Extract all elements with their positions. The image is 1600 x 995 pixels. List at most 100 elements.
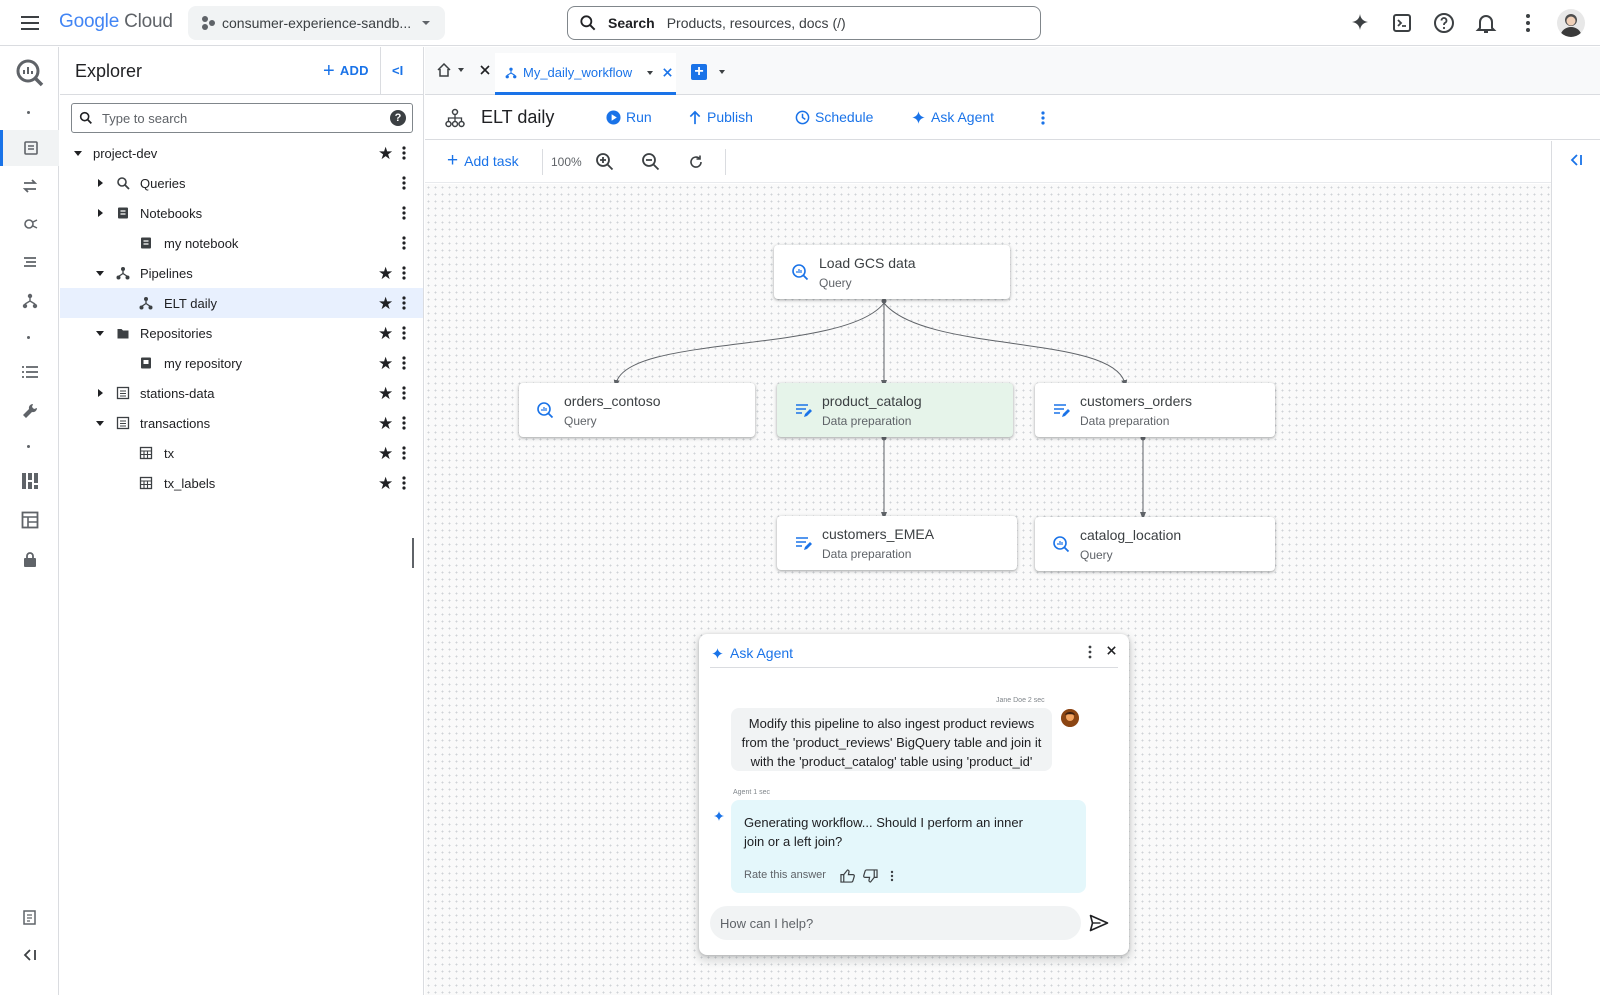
tab-my-daily-workflow[interactable]: My_daily_workflow: [495, 53, 676, 95]
caret-right-icon[interactable]: [95, 208, 105, 218]
project-selector[interactable]: consumer-experience-sandb...: [188, 6, 445, 40]
collapse-explorer-button[interactable]: <I: [392, 63, 403, 78]
star-icon[interactable]: ★: [378, 354, 393, 374]
rail-transfers-icon[interactable]: [0, 168, 59, 204]
tree-item[interactable]: Queries: [60, 168, 423, 198]
tree-item[interactable]: tx_labels ★: [60, 468, 423, 498]
help-icon[interactable]: [1432, 11, 1456, 35]
rail-security-lock-icon[interactable]: [0, 541, 59, 577]
caret-down-icon[interactable]: [95, 328, 105, 338]
more-vert-icon[interactable]: [401, 475, 407, 491]
rail-pipelines-icon[interactable]: [0, 283, 59, 319]
zoom-in-icon[interactable]: [595, 152, 615, 172]
run-button[interactable]: Run: [606, 109, 652, 125]
star-icon[interactable]: ★: [378, 384, 393, 404]
star-icon[interactable]: ★: [378, 444, 393, 464]
close-icon[interactable]: [479, 64, 491, 76]
caret-down-icon[interactable]: [95, 268, 105, 278]
agent-prompt-input[interactable]: How can I help?: [710, 906, 1081, 940]
star-icon[interactable]: ★: [378, 264, 393, 284]
more-vert-icon[interactable]: [1516, 11, 1540, 35]
tree-item[interactable]: my notebook: [60, 228, 423, 258]
rail-release-notes-icon[interactable]: [0, 899, 59, 935]
agent-message-meta: Agent 1 sec: [733, 789, 770, 796]
more-vert-icon[interactable]: [401, 355, 407, 371]
more-vert-icon[interactable]: [401, 235, 407, 251]
tree-item[interactable]: project-dev ★: [60, 138, 423, 168]
schedule-button[interactable]: Schedule: [795, 109, 873, 125]
star-icon[interactable]: ★: [378, 324, 393, 344]
panel-resize-handle[interactable]: [412, 538, 414, 568]
more-vert-icon[interactable]: [401, 145, 407, 161]
more-vert-icon[interactable]: [401, 265, 407, 281]
send-icon[interactable]: [1089, 914, 1109, 932]
rail-table-view-icon[interactable]: [0, 502, 59, 538]
tree-item[interactable]: transactions ★: [60, 408, 423, 438]
tree-item[interactable]: my repository ★: [60, 348, 423, 378]
chevron-down-icon[interactable]: [646, 69, 654, 77]
more-vert-icon[interactable]: [401, 445, 407, 461]
notifications-icon[interactable]: [1474, 11, 1498, 35]
rail-scheduled-icon[interactable]: [0, 244, 59, 280]
rail-explorer-icon[interactable]: [0, 130, 59, 166]
explorer-search-input[interactable]: Type to search ?: [71, 103, 413, 133]
close-icon[interactable]: [662, 67, 673, 78]
tree-item[interactable]: stations-data ★: [60, 378, 423, 408]
add-task-button[interactable]: + Add task: [447, 151, 519, 170]
rail-collapse-icon[interactable]: [0, 937, 59, 973]
expand-panel-icon[interactable]: [1568, 153, 1584, 167]
thumbs-down-icon[interactable]: [863, 868, 878, 883]
publish-button[interactable]: Publish: [688, 109, 753, 125]
zoom-out-icon[interactable]: [641, 152, 661, 172]
caret-down-icon[interactable]: [95, 418, 105, 428]
ask-agent-button[interactable]: Ask Agent: [911, 109, 994, 125]
refresh-icon[interactable]: [688, 154, 704, 170]
tree-item[interactable]: Pipelines ★: [60, 258, 423, 288]
more-vert-icon[interactable]: [890, 870, 894, 882]
tree-item[interactable]: Repositories ★: [60, 318, 423, 348]
more-vert-icon[interactable]: [1087, 645, 1093, 659]
caret-right-icon[interactable]: [95, 388, 105, 398]
home-tab[interactable]: [437, 63, 491, 77]
tree-item[interactable]: tx ★: [60, 438, 423, 468]
rail-dashboard-icon[interactable]: [0, 463, 59, 499]
node-load-gcs-data[interactable]: Load GCS data Query: [774, 245, 1010, 299]
node-catalog-location[interactable]: catalog_location Query: [1035, 517, 1275, 571]
more-vert-icon[interactable]: [401, 385, 407, 401]
node-title: Load GCS data: [819, 255, 916, 271]
node-orders-contoso[interactable]: orders_contoso Query: [519, 383, 755, 437]
star-icon[interactable]: ★: [378, 414, 393, 434]
node-customers-orders[interactable]: customers_orders Data preparation: [1035, 383, 1275, 437]
global-search[interactable]: Search Products, resources, docs (/): [567, 6, 1041, 40]
node-product-catalog[interactable]: product_catalog Data preparation: [777, 383, 1013, 437]
thumbs-up-icon[interactable]: [840, 868, 855, 883]
close-icon[interactable]: [1106, 645, 1117, 656]
tree-item[interactable]: ELT daily ★: [60, 288, 423, 318]
chevron-down-icon[interactable]: [718, 68, 726, 76]
more-vert-icon[interactable]: [401, 325, 407, 341]
star-icon[interactable]: ★: [378, 474, 393, 494]
more-vert-icon[interactable]: [401, 175, 407, 191]
star-icon[interactable]: ★: [378, 144, 393, 164]
rail-jobs-icon[interactable]: [0, 354, 59, 390]
more-vert-icon[interactable]: [1040, 110, 1046, 126]
rail-analytics-hub-icon[interactable]: [0, 206, 59, 242]
more-vert-icon[interactable]: [401, 415, 407, 431]
node-customers-emea[interactable]: customers_EMEA Data preparation: [777, 516, 1017, 570]
caret-down-icon[interactable]: [73, 148, 83, 158]
rail-tools-icon[interactable]: [0, 393, 59, 429]
caret-right-icon[interactable]: [95, 178, 105, 188]
gemini-spark-icon[interactable]: [1348, 11, 1372, 35]
more-vert-icon[interactable]: [401, 205, 407, 221]
account-avatar[interactable]: [1557, 9, 1585, 37]
help-icon[interactable]: ?: [390, 110, 406, 126]
more-vert-icon[interactable]: [401, 295, 407, 311]
bigquery-logo-icon[interactable]: [0, 55, 59, 91]
explorer-add-button[interactable]: + ADD: [323, 61, 369, 81]
cloud-shell-icon[interactable]: [1390, 11, 1414, 35]
new-tab-button[interactable]: +: [691, 64, 707, 80]
main-menu-icon[interactable]: [18, 11, 42, 35]
tree-item[interactable]: Notebooks: [60, 198, 423, 228]
star-icon[interactable]: ★: [378, 294, 393, 314]
google-cloud-logo[interactable]: Google Cloud: [59, 11, 173, 33]
